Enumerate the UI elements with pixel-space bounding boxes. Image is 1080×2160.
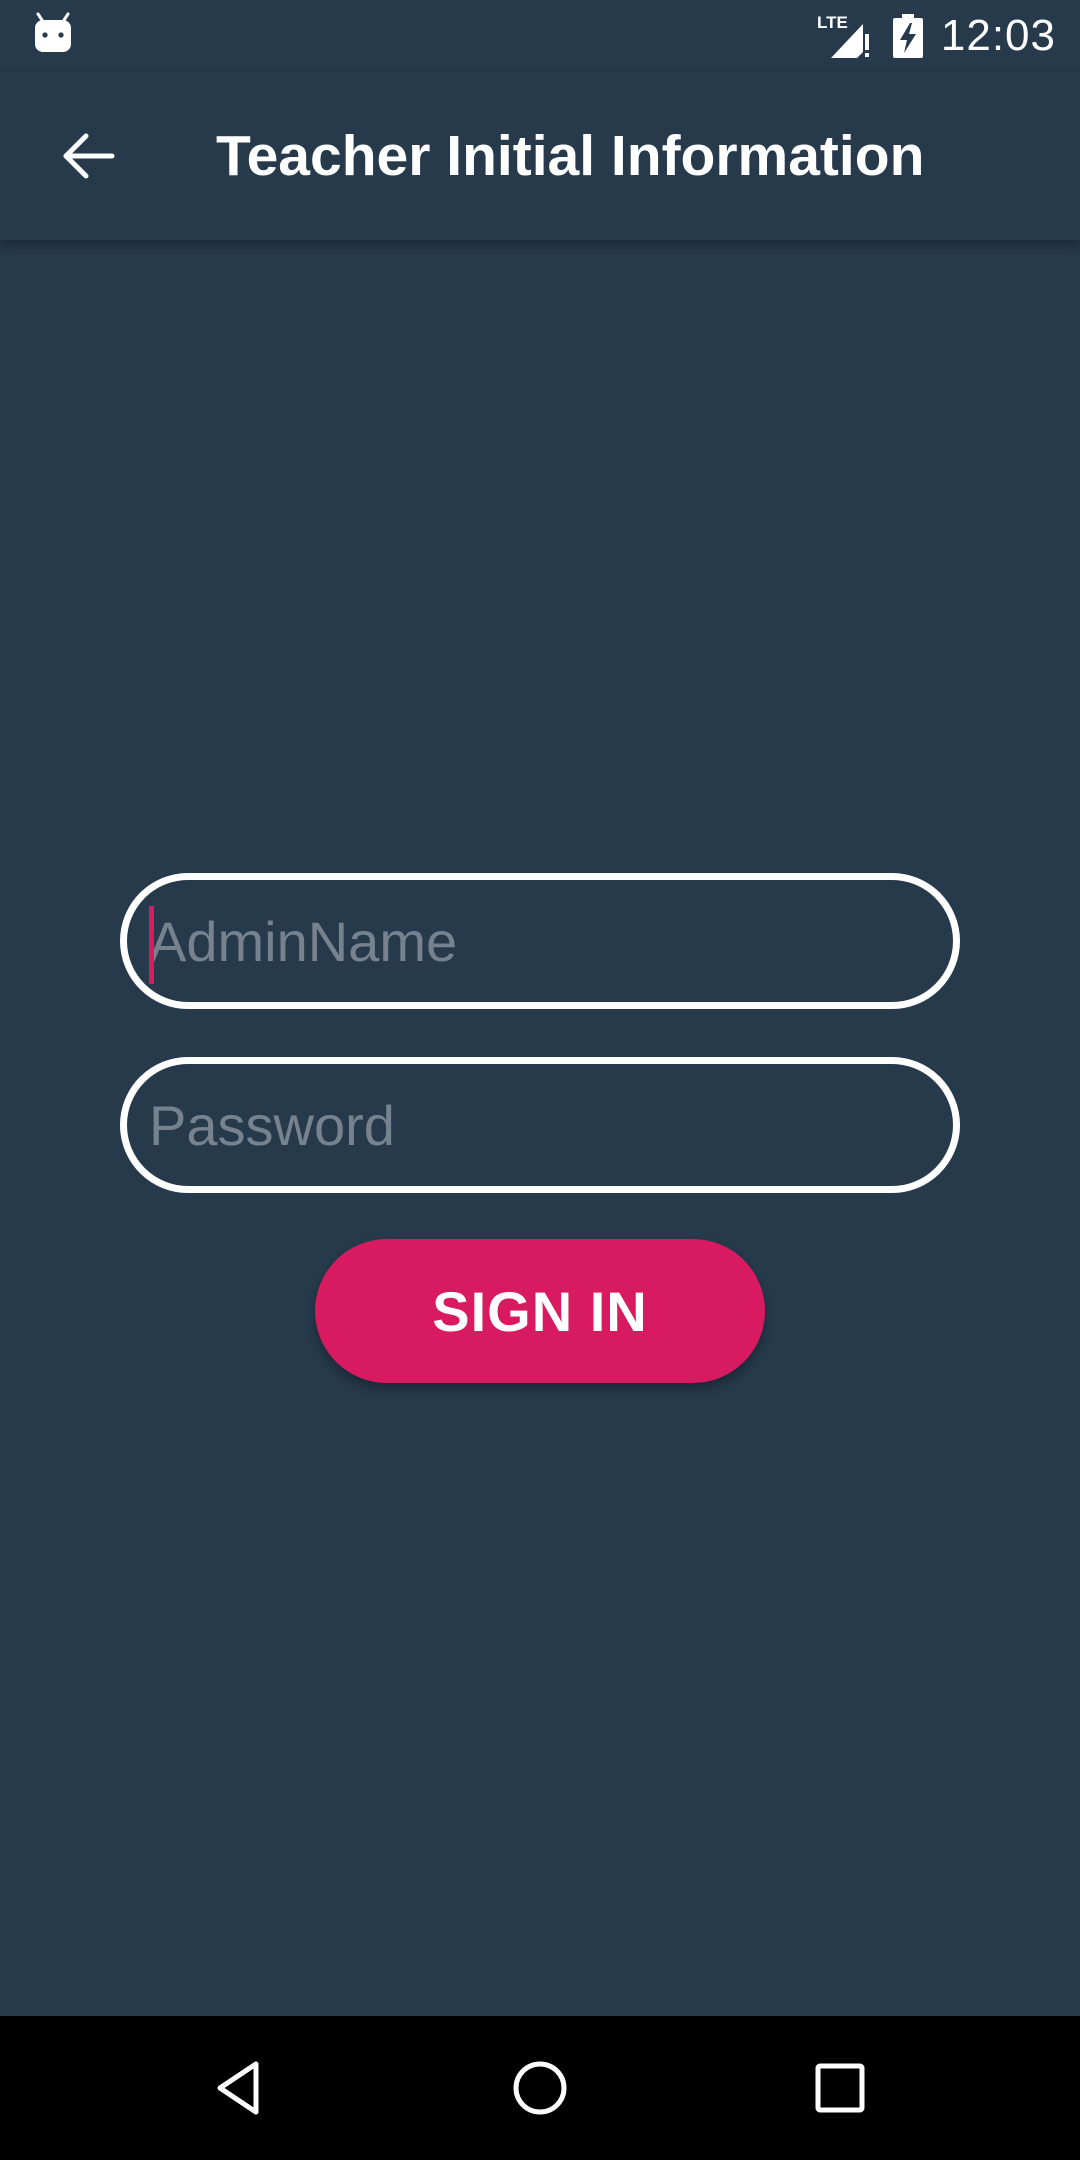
- screen: LTE 12:03 Teacher Initial Information Ad…: [0, 0, 1080, 2160]
- nav-home-button[interactable]: [490, 2038, 590, 2138]
- nav-recents-square-icon: [815, 2063, 865, 2113]
- app-bar: Teacher Initial Information: [0, 72, 1080, 240]
- status-time: 12:03: [940, 11, 1056, 60]
- back-button[interactable]: [40, 108, 136, 204]
- battery-charging-icon: [892, 14, 923, 58]
- status-bar: LTE 12:03: [0, 0, 1080, 72]
- nav-back-button[interactable]: [190, 2038, 290, 2138]
- admin-name-field[interactable]: [120, 873, 960, 1009]
- password-input[interactable]: [149, 1064, 929, 1186]
- nav-home-circle-icon: [513, 2061, 567, 2115]
- admin-name-input[interactable]: [149, 880, 929, 1002]
- android-robot-icon: [35, 12, 71, 52]
- navigation-bar: [0, 2016, 1080, 2160]
- cell-signal-alert-icon: LTE: [817, 13, 869, 58]
- text-cursor: [149, 906, 154, 984]
- nav-recents-button[interactable]: [790, 2038, 890, 2138]
- nav-back-triangle-icon: [217, 2061, 259, 2115]
- password-field[interactable]: [120, 1057, 960, 1193]
- page-title: Teacher Initial Information: [216, 124, 925, 188]
- sign-in-button[interactable]: SIGN IN: [315, 1239, 765, 1383]
- arrow-back-icon: [63, 133, 115, 179]
- status-icons: LTE 12:03: [817, 0, 1056, 72]
- lte-label: LTE: [817, 13, 848, 32]
